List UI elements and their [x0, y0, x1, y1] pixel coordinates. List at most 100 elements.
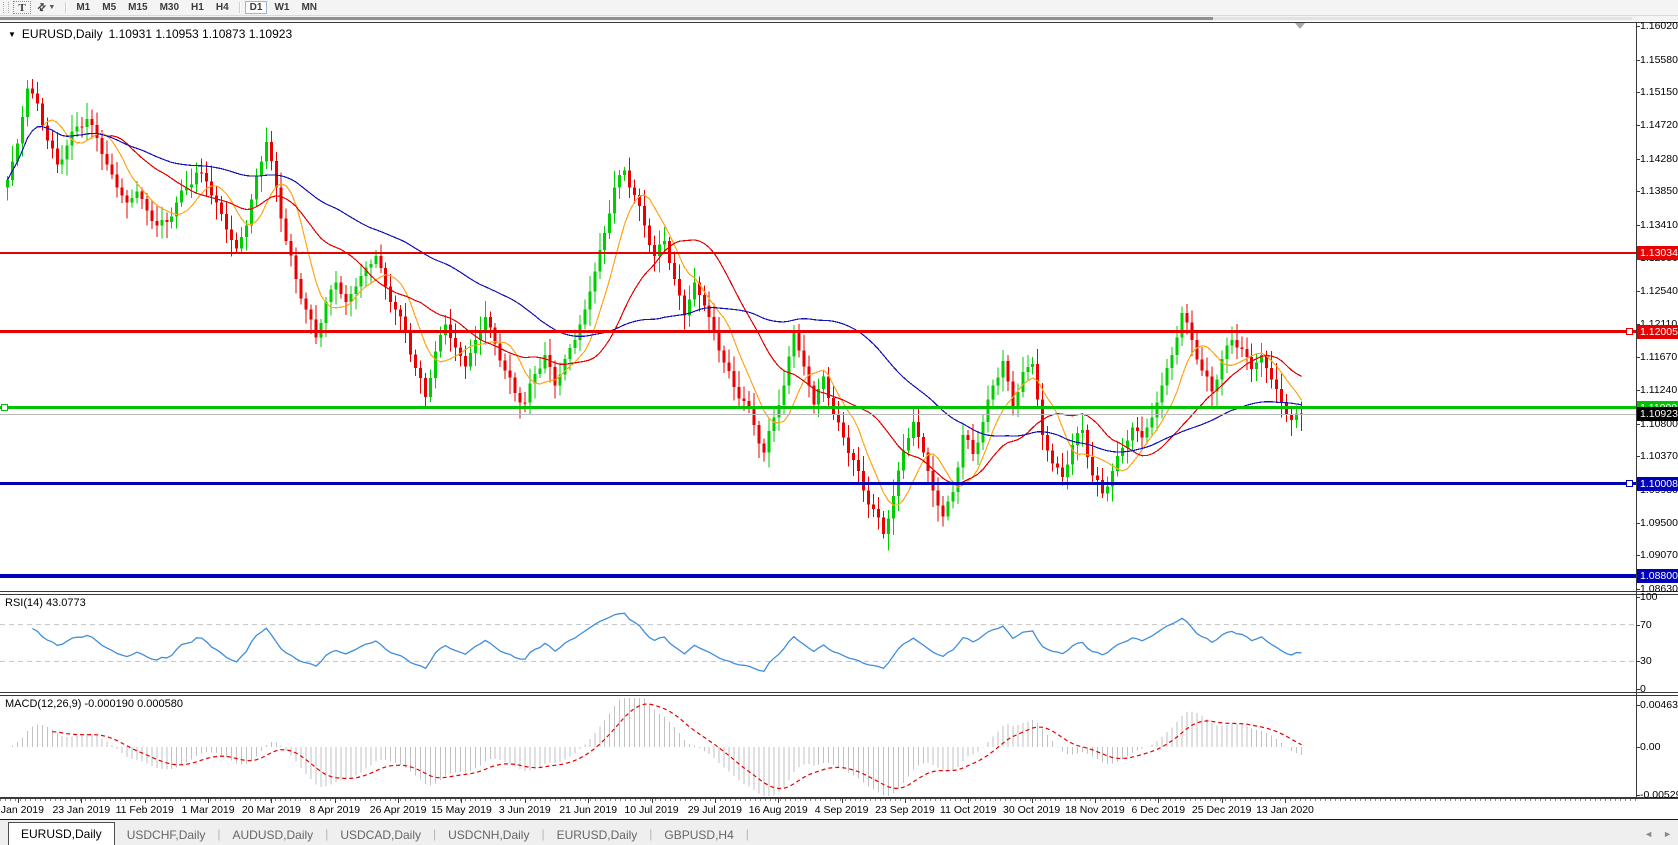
date-axis-tick	[18, 799, 19, 803]
chart-tab-eurusd-daily[interactable]: EURUSD,Daily	[8, 822, 115, 845]
timeframe-button-d1[interactable]: D1	[245, 1, 268, 14]
chart-scrollbar-track[interactable]	[0, 17, 1632, 20]
chart-symbol-label: EURUSD,Daily	[22, 27, 103, 41]
price-axis-tick-label: 1.13850	[1640, 185, 1678, 197]
level-line-handle[interactable]	[1626, 328, 1633, 335]
price-axis-tick-label: 1.12540	[1640, 285, 1678, 297]
date-axis-label: 23 Jan 2019	[52, 804, 110, 816]
price-level-line[interactable]	[0, 406, 1636, 409]
chart-tab-eurusd-daily[interactable]: EURUSD,Daily	[545, 825, 650, 845]
chart-ohlc-values: 1.10931 1.10953 1.10873 1.10923	[109, 27, 293, 41]
date-axis-tick	[208, 799, 209, 803]
cursor-tool-button[interactable]: ⇄ ▼	[33, 1, 60, 14]
price-level-line[interactable]	[0, 574, 1636, 578]
timeframe-button-w1[interactable]: W1	[269, 1, 294, 14]
date-axis-label: 11 Oct 2019	[940, 804, 996, 816]
tab-separator: |	[746, 827, 749, 841]
date-axis-tick	[1158, 799, 1159, 803]
timeframe-button-m1[interactable]: M1	[71, 1, 95, 14]
price-axis-tick-label: 1.10370	[1640, 450, 1678, 462]
date-axis-label: 1 Mar 2019	[181, 804, 234, 816]
rsi-axis-tick-label: 70	[1640, 619, 1652, 631]
macd-panel[interactable]	[0, 696, 1636, 797]
timeframe-button-m5[interactable]: M5	[97, 1, 121, 14]
date-axis-tick	[81, 799, 82, 803]
date-axis-label: 30 Oct 2019	[1003, 804, 1060, 816]
date-axis-tick	[1095, 799, 1096, 803]
price-level-line[interactable]	[0, 252, 1636, 254]
date-axis-label: 13 Jan 2020	[1256, 804, 1314, 816]
date-axis-tick	[715, 799, 716, 803]
toolbar-separator	[239, 2, 240, 13]
timeframe-buttons: M1M5M15M30H1H4 D1W1MN	[70, 1, 323, 14]
date-axis-label: 18 Nov 2019	[1065, 804, 1125, 816]
chart-tab-usdcad-daily[interactable]: USDCAD,Daily	[328, 825, 433, 845]
date-axis-tick	[905, 799, 906, 803]
timeframe-button-h1[interactable]: H1	[186, 1, 209, 14]
date-axis-label: 4 Sep 2019	[815, 804, 869, 816]
date-axis-tick	[461, 799, 462, 803]
price-level-line[interactable]	[0, 330, 1636, 333]
macd-label: MACD(12,26,9) -0.000190 0.000580	[5, 698, 183, 710]
chart-scrollbar	[0, 16, 1678, 21]
date-axis-label: 23 Sep 2019	[875, 804, 935, 816]
price-axis-tick-label: 1.15150	[1640, 86, 1678, 98]
rsi-axis-tick-label: 30	[1640, 655, 1652, 667]
trading-terminal-window: T ⇄ ▼ M1M5M15M30H1H4 D1W1MN ▼ EURUSD,Dail…	[0, 0, 1678, 845]
level-price-tag: 1.08800	[1637, 569, 1678, 583]
date-axis-label: 4 Jan 2019	[0, 804, 44, 816]
chart-tab-usdchf-daily[interactable]: USDCHF,Daily	[115, 825, 218, 845]
date-axis-label: 20 Mar 2019	[242, 804, 301, 816]
symbol-dropdown-icon[interactable]: ▼	[8, 30, 16, 39]
chart-tab-bar: EURUSD,DailyUSDCHF,Daily|AUDUSD,Daily|US…	[0, 819, 1678, 845]
date-axis-label: 10 Jul 2019	[624, 804, 678, 816]
date-axis: 4 Jan 201923 Jan 201911 Feb 20191 Mar 20…	[0, 799, 1678, 819]
price-axis-tick-label: 1.14280	[1640, 153, 1678, 165]
chart-tab-gbpusd-h4[interactable]: GBPUSD,H4	[652, 825, 745, 845]
date-axis-label: 16 Aug 2019	[749, 804, 808, 816]
date-axis-tick	[525, 799, 526, 803]
macd-axis-tick-label: 0.00463	[1640, 699, 1678, 711]
date-axis-tick	[271, 799, 272, 803]
date-axis-tick	[398, 799, 399, 803]
date-axis-tick	[1032, 799, 1033, 803]
chart-scrollbar-thumb[interactable]	[0, 17, 1213, 20]
date-axis-tick	[1285, 799, 1286, 803]
toolbar-separator	[65, 2, 66, 13]
level-price-tag: 1.10008	[1637, 477, 1678, 491]
price-level-line[interactable]	[0, 482, 1636, 485]
rsi-panel[interactable]	[0, 595, 1636, 691]
chart-tab-audusd-daily[interactable]: AUDUSD,Daily	[221, 825, 326, 845]
text-tool-button[interactable]: T	[13, 1, 31, 14]
date-axis-tick	[778, 799, 779, 803]
timeframe-button-m15[interactable]: M15	[123, 1, 152, 14]
current-price-tag: 1.10923	[1637, 407, 1678, 421]
chart-shift-marker[interactable]	[1295, 23, 1305, 29]
price-axis-tick-label: 1.09070	[1640, 549, 1678, 561]
chevron-down-icon: ▼	[48, 4, 55, 11]
tab-scroll-left-icon[interactable]: ◄	[1644, 829, 1653, 839]
main-chart-plot[interactable]	[0, 23, 1636, 591]
date-axis-minor-ticks	[0, 799, 1636, 801]
date-axis-tick	[145, 799, 146, 803]
tab-scroll-right-icon[interactable]: ►	[1663, 829, 1672, 839]
crosshair-icon: ⇄	[35, 1, 49, 15]
macd-axis-tick-label: 0.00	[1640, 741, 1660, 753]
level-line-handle[interactable]	[1, 404, 8, 411]
date-axis-tick	[335, 799, 336, 803]
price-axis-tick-label: 1.15580	[1640, 54, 1678, 66]
timeframe-toolbar: T ⇄ ▼ M1M5M15M30H1H4 D1W1MN	[0, 0, 1678, 16]
price-axis-tick-label: 1.14720	[1640, 119, 1678, 131]
timeframe-button-mn[interactable]: MN	[296, 1, 322, 14]
toolbar-grip[interactable]	[3, 2, 9, 13]
timeframe-button-h4[interactable]: H4	[211, 1, 234, 14]
rsi-axis-tick-label: 0	[1640, 683, 1646, 695]
macd-axis-tick-label: -0.00529	[1640, 789, 1678, 801]
level-line-handle[interactable]	[1626, 480, 1633, 487]
timeframe-button-m30[interactable]: M30	[155, 1, 184, 14]
date-axis-label: 15 May 2019	[431, 804, 492, 816]
chart-tab-usdcnh-daily[interactable]: USDCNH,Daily	[436, 825, 541, 845]
level-price-tag: 1.13034	[1637, 246, 1678, 260]
date-axis-tick	[652, 799, 653, 803]
rsi-axis-tick-label: 100	[1640, 591, 1658, 603]
